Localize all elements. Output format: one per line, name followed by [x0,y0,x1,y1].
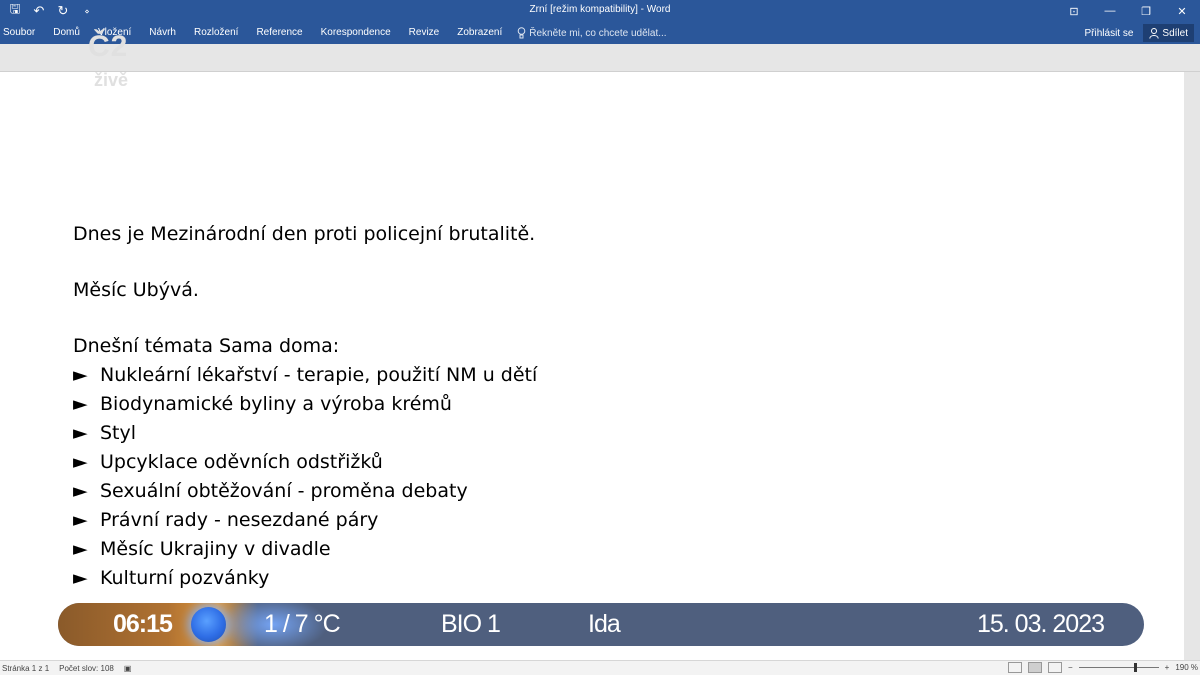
list-item: ► Biodynamické byliny a výroba krémů [73,390,537,419]
channel-logo-live: živě [94,70,129,90]
list-item-text: Styl [100,422,137,444]
zoom-in-icon[interactable]: + [1165,663,1170,672]
tab-file[interactable]: Soubor [0,22,44,44]
ticker-channel: BIO 1 [441,610,501,638]
list-item: ► Sexuální obtěžování - proměna debaty [73,477,537,506]
window-title: Zrní [režim kompatibility] - Word [529,4,671,15]
document-page[interactable]: Dnes je Mezinárodní den proti policejní … [0,72,1184,660]
title-bar: 🖫 ↶ ↻ ⋄ Zrní [režim kompatibility] - Wor… [0,0,1200,22]
tab-design[interactable]: Návrh [140,22,185,44]
sign-in-link[interactable]: Přihlásit se [1085,28,1134,39]
page-count[interactable]: Stránka 1 z 1 [2,664,49,673]
paragraph-moon: Měsíc Ubývá. [73,279,199,301]
bullet-arrow-icon: ► [73,364,88,386]
list-item: ► Kulturní pozvánky [73,564,537,593]
zoom-slider[interactable] [1078,663,1159,672]
bullet-arrow-icon: ► [73,393,88,415]
tell-me-text: Řekněte mi, co chcete udělat... [529,27,667,39]
tab-review[interactable]: Revize [400,22,449,44]
ticker-time: 06:15 [113,610,173,638]
share-button[interactable]: Sdílet [1143,24,1194,42]
list-item-text: Nukleární lékařství - terapie, použití N… [100,364,538,386]
list-item: ► Měsíc Ukrajiny v divadle [73,535,537,564]
ribbon-tabs-bar: Soubor Domů Vložení Návrh Rozložení Refe… [0,22,1200,44]
weather-sun-icon [191,607,226,642]
ticker-date: 15. 03. 2023 [976,610,1105,638]
list-item-text: Měsíc Ukrajiny v divadle [100,538,331,560]
word-count[interactable]: Počet slov: 108 [59,664,114,673]
list-item: ► Nukleární lékařství - terapie, použití … [73,361,537,390]
status-left: Stránka 1 z 1 Počet slov: 108 ▣ [2,664,131,673]
bullet-arrow-icon: ► [73,567,88,589]
status-bar: Stránka 1 z 1 Počet slov: 108 ▣ − + 190 … [0,660,1200,675]
channel-logo-mark: Č2 [88,30,129,63]
list-item-text: Biodynamické byliny a výroba krémů [100,393,452,415]
bullet-arrow-icon: ► [73,509,88,531]
bullet-arrow-icon: ► [73,538,88,560]
read-mode-icon[interactable] [1007,662,1022,673]
vertical-scrollbar[interactable] [1184,72,1200,660]
tell-me-box[interactable]: Řekněte mi, co chcete udělat... [511,22,667,44]
list-item-text: Upcyklace oděvních odstřižků [100,451,383,473]
bullet-arrow-icon: ► [73,422,88,444]
tab-view[interactable]: Zobrazení [448,22,511,44]
status-right: − + 190 % [1007,662,1198,673]
paragraph-day: Dnes je Mezinárodní den proti policejní … [73,223,536,245]
tv-info-ticker: 06:15 1 / 7 °C BIO 1 Ida 15. 03. 2023 [58,603,1144,646]
bullet-arrow-icon: ► [73,480,88,502]
web-layout-icon[interactable] [1047,662,1062,673]
bullet-arrow-icon: ► [73,451,88,473]
person-icon [1149,27,1160,39]
ticker-temperature: 1 / 7 °C [264,610,341,638]
ribbon-collapsed-area [0,44,1200,72]
document-body[interactable]: Dnes je Mezinárodní den proti policejní … [73,220,537,593]
zoom-out-icon[interactable]: − [1068,663,1073,672]
tab-references[interactable]: Reference [247,22,311,44]
print-layout-icon[interactable] [1027,662,1042,673]
share-label: Sdílet [1162,27,1188,39]
ribbon-account-area: Přihlásit se Sdílet [1085,22,1194,44]
list-item-text: Právní rady - nesezdané páry [100,509,379,531]
minimize-icon[interactable]: — [1092,0,1128,22]
topics-list: ► Nukleární lékařství - terapie, použití … [73,361,537,593]
close-icon[interactable]: ✕ [1164,0,1200,22]
list-item-text: Sexuální obtěžování - proměna debaty [100,480,468,502]
zoom-level[interactable]: 190 % [1175,663,1198,672]
list-item-text: Kulturní pozvánky [100,567,270,589]
lightbulb-icon [517,27,526,39]
restore-icon[interactable]: ❐ [1128,0,1164,22]
topics-heading: Dnešní témata Sama doma: [73,335,340,357]
tab-layout[interactable]: Rozložení [185,22,247,44]
list-item: ► Styl [73,419,537,448]
ribbon-display-options-icon[interactable]: ⊡ [1056,0,1092,22]
list-item: ► Upcyklace oděvních odstřižků [73,448,537,477]
window-controls: ⊡ — ❐ ✕ [1056,0,1200,22]
proofing-icon[interactable]: ▣ [124,664,132,673]
list-item: ► Právní rady - nesezdané páry [73,506,537,535]
ticker-name-day: Ida [588,610,621,638]
tab-home[interactable]: Domů [44,22,89,44]
tab-mailings[interactable]: Korespondence [312,22,400,44]
zoom-slider-thumb[interactable] [1133,663,1137,672]
